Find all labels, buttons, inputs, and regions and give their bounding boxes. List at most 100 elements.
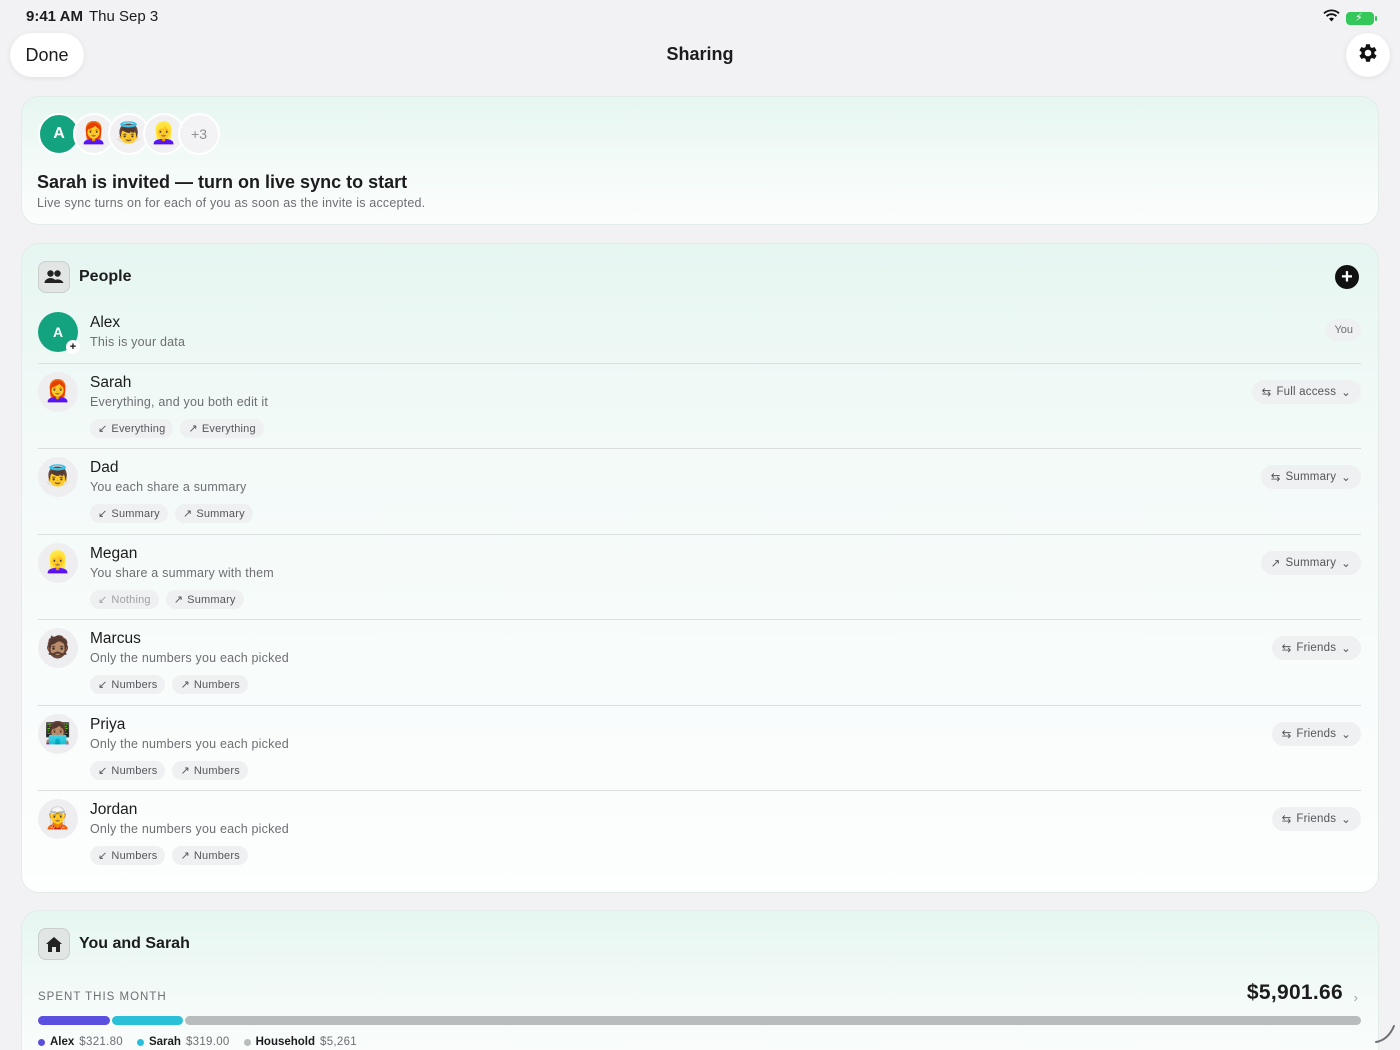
gear-icon [1356, 41, 1380, 70]
arrow-up-right-icon: ↗ [180, 850, 190, 862]
you-badge: You [1326, 319, 1361, 341]
arrow-up-right-icon: ↗ [180, 679, 190, 691]
share-chips: ↙ Numbers ↗ Numbers [90, 846, 248, 865]
household-header: You and Sarah [38, 928, 190, 960]
invite-title: Sarah is invited — turn on live sync to … [37, 172, 408, 192]
outgoing-chip: ↗ Numbers [172, 675, 248, 694]
status-time: 9:41 AM [26, 8, 83, 25]
arrow-down-left-icon: ↙ [98, 423, 108, 435]
person-row-sarah[interactable]: 👩‍🦰 Sarah Everything, and you both edit … [38, 363, 1361, 448]
invite-subtitle: Live sync turns on for each of you as so… [37, 196, 426, 210]
person-row-priya[interactable]: 👩🏽‍💻 Priya Only the numbers you each pic… [38, 705, 1361, 790]
avatar: 👼 [38, 457, 78, 497]
person-name: Priya [90, 716, 126, 733]
two-way-arrows-icon: ⇆ [1261, 387, 1272, 399]
status-bar: 9:41 AM Thu Sep 3 ⚡ [0, 0, 1400, 32]
share-chips: ↙ Numbers ↗ Numbers [90, 761, 248, 780]
arrow-down-left-icon: ↙ [98, 508, 108, 520]
legend-item: Sarah $319.00 [136, 1036, 230, 1048]
spent-total: $5,901.66 [1246, 981, 1343, 1004]
chevron-right-icon[interactable]: › [1354, 990, 1358, 1005]
two-way-arrows-icon: ⇆ [1281, 729, 1292, 741]
person-description: Only the numbers you each picked [90, 822, 289, 836]
person-name: Marcus [90, 630, 141, 647]
person-name: Alex [90, 314, 121, 331]
scroll-indicator-icon [1375, 1025, 1395, 1043]
settings-button[interactable] [1346, 33, 1390, 77]
legend-value: $321.80 [79, 1036, 123, 1048]
share-chips: ↙ Everything ↗ Everything [90, 419, 264, 438]
arrow-down-left-icon: ↙ [98, 679, 108, 691]
section-title: You and Sarah [79, 935, 190, 952]
access-level-dropdown[interactable]: ⇆ Friends ⌄ [1271, 807, 1361, 831]
incoming-chip: ↙ Numbers [90, 675, 166, 694]
spending-bar-segment [185, 1016, 1361, 1025]
legend-item: Alex $321.80 [38, 1036, 123, 1048]
chevron-down-icon: ⌄ [1341, 814, 1351, 826]
access-level-dropdown[interactable]: ⇆ Friends ⌄ [1271, 636, 1361, 660]
outgoing-chip: ↗ Summary [174, 504, 253, 523]
two-way-arrows-icon: ⇆ [1281, 643, 1292, 655]
arrow-down-left-icon: ↙ [98, 594, 108, 606]
people-header: People [38, 261, 131, 293]
avatar: 🧝 [38, 799, 78, 839]
arrow-up-right-icon: ↗ [182, 508, 193, 520]
wifi-icon [1323, 9, 1340, 27]
incoming-chip: ↙ Nothing [90, 590, 159, 609]
legend-name: Sarah [148, 1036, 181, 1048]
arrow-down-left-icon: ↙ [98, 765, 108, 777]
incoming-chip: ↙ Numbers [90, 846, 166, 865]
legend-dot [38, 1038, 45, 1046]
person-row-marcus[interactable]: 🧔🏽 Marcus Only the numbers you each pick… [38, 619, 1361, 704]
arrow-up-right-icon: ↗ [188, 423, 198, 435]
legend-name: Household [255, 1036, 316, 1048]
person-row-jordan[interactable]: 🧝 Jordan Only the numbers you each picke… [38, 790, 1361, 875]
share-chips: ↙ Summary ↗ Summary [90, 504, 253, 523]
avatar: 🧔🏽 [38, 628, 78, 668]
chevron-down-icon: ⌄ [1341, 729, 1351, 741]
person-row-dad[interactable]: 👼 Dad You each share a summary ↙ Summary … [38, 448, 1361, 533]
person-name: Megan [90, 545, 138, 562]
legend-value: $319.00 [185, 1036, 230, 1048]
person-name: Jordan [90, 801, 138, 818]
access-level-dropdown[interactable]: ⇆ Summary ⌄ [1260, 465, 1361, 489]
chevron-down-icon: ⌄ [1341, 472, 1351, 484]
plus-icon: + [66, 340, 80, 354]
share-chips: ↙ Numbers ↗ Numbers [90, 675, 248, 694]
access-level-dropdown[interactable]: ↗ Summary ⌄ [1260, 551, 1361, 575]
person-row-megan[interactable]: 👱‍♀️ Megan You share a summary with them… [38, 534, 1361, 619]
outgoing-chip: ↗ Numbers [172, 846, 248, 865]
avatar: 👩🏽‍💻 [38, 714, 78, 754]
spending-bar-segment [111, 1016, 184, 1025]
arrow-up-right-icon: ↗ [180, 765, 190, 777]
more-avatars-count: +3 [178, 113, 220, 155]
spending-bar [38, 1016, 1361, 1025]
two-way-arrows-icon: ⇆ [1270, 472, 1281, 484]
arrow-up-right-icon: ↗ [1270, 558, 1281, 570]
legend-name: Alex [50, 1036, 75, 1048]
battery-charging-icon: ⚡ [1346, 11, 1377, 25]
invite-card: A 👩‍🦰 👼 👱‍♀️ +3 Sarah is invited — turn … [21, 96, 1379, 225]
section-title: People [79, 268, 132, 285]
access-level-dropdown[interactable]: ⇆ Friends ⌄ [1271, 722, 1361, 746]
legend-dot [136, 1038, 144, 1046]
shared-household-card[interactable]: You and Sarah SPENT THIS MONTH $5,901.66… [21, 910, 1379, 1050]
add-person-button[interactable]: + [1335, 265, 1359, 289]
person-description: This is your data [90, 335, 186, 349]
incoming-chip: ↙ Summary [90, 504, 168, 523]
arrow-up-right-icon: ↗ [173, 594, 184, 606]
legend-value: $5,261 [320, 1036, 358, 1048]
spent-label: SPENT THIS MONTH [38, 991, 167, 1003]
status-date: Thu Sep 3 [89, 8, 159, 25]
avatar-stack: A 👩‍🦰 👼 👱‍♀️ +3 [38, 113, 220, 155]
access-level-dropdown[interactable]: ⇆ Full access ⌄ [1251, 380, 1361, 404]
people-card: People + A + Alex This is your data You 👩… [21, 243, 1379, 893]
person-description: You each share a summary [90, 480, 247, 494]
arrow-down-left-icon: ↙ [98, 850, 108, 862]
share-chips: ↙ Nothing ↗ Summary [90, 590, 244, 609]
spending-legend: Alex $321.80 Sarah $319.00 Household $5,261 [38, 1036, 357, 1048]
incoming-chip: ↙ Numbers [90, 761, 166, 780]
outgoing-chip: ↗ Everything [180, 419, 264, 438]
avatar: A + [38, 312, 80, 354]
chevron-down-icon: ⌄ [1341, 643, 1351, 655]
